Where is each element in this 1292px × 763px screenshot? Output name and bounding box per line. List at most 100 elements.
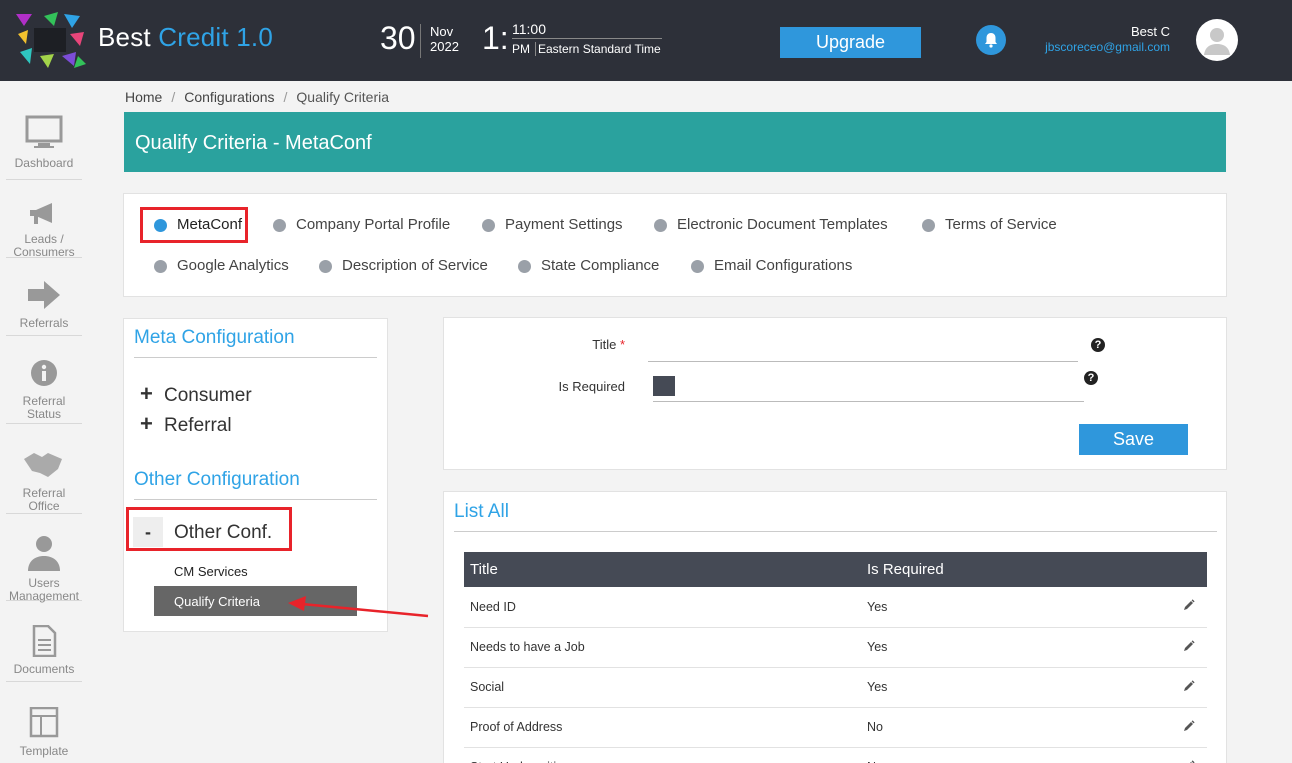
tab-indicator-dot xyxy=(273,219,286,232)
tab-indicator-dot xyxy=(154,260,167,273)
list-all-panel: List All Title Is Required Need ID Yes N… xyxy=(443,491,1227,763)
info-icon xyxy=(31,360,57,386)
row-is-required: Yes xyxy=(861,667,1167,708)
qualify-criteria-form: Title * ? Is Required ? Save xyxy=(443,317,1227,470)
top-header: Best Credit 1.0 30 Nov 2022 1: 11:00 PM E… xyxy=(0,0,1292,81)
sidebar-item-documents[interactable]: Documents xyxy=(6,625,82,682)
help-icon[interactable]: ? xyxy=(1084,371,1098,385)
tab-terms-of-service[interactable]: Terms of Service xyxy=(922,216,1057,233)
checkbox-underline xyxy=(653,401,1084,402)
tab-email-configurations[interactable]: Email Configurations xyxy=(691,257,852,274)
tab-indicator-dot xyxy=(319,260,332,273)
time-zone: Eastern Standard Time xyxy=(538,42,661,56)
date-day: 30 xyxy=(380,20,416,56)
breadcrumb: Home / Configurations / Qualify Criteria xyxy=(125,89,390,105)
megaphone-icon xyxy=(30,203,52,224)
tab-description-of-service[interactable]: Description of Service xyxy=(319,257,488,274)
tab-electronic-document-templates[interactable]: Electronic Document Templates xyxy=(654,216,888,233)
tab-company-portal-profile[interactable]: Company Portal Profile xyxy=(273,216,450,233)
breadcrumb-home-link[interactable]: Home xyxy=(125,89,162,105)
divider xyxy=(134,357,377,358)
monitor-icon xyxy=(25,115,63,148)
sidebar-item-dashboard[interactable]: Dashboard xyxy=(6,115,82,180)
sidebar-item-users-management[interactable]: Users Management xyxy=(6,533,82,603)
breadcrumb-current: Qualify Criteria xyxy=(296,89,390,105)
tab-indicator-dot xyxy=(691,260,704,273)
row-is-required: Yes xyxy=(861,587,1167,628)
other-configuration-heading: Other Configuration xyxy=(134,469,300,490)
edit-pencil-icon[interactable] xyxy=(1167,667,1207,708)
document-icon xyxy=(32,625,57,657)
left-sidebar: Dashboard Leads / Consumers Referrals Re… xyxy=(0,81,88,763)
row-title: Social xyxy=(464,667,861,708)
tab-google-analytics[interactable]: Google Analytics xyxy=(154,257,289,274)
title-label: Title * xyxy=(592,337,625,352)
title-input[interactable] xyxy=(648,340,1078,362)
tab-indicator-dot xyxy=(482,219,495,232)
divider xyxy=(134,499,377,500)
handshake-icon xyxy=(24,453,62,477)
app-title: Best Credit 1.0 xyxy=(98,22,273,52)
row-is-required: Yes xyxy=(861,627,1167,668)
save-button[interactable]: Save xyxy=(1079,424,1188,455)
row-is-required: No xyxy=(861,747,1167,763)
is-required-checkbox[interactable] xyxy=(653,376,675,396)
page-title-banner: Qualify Criteria - MetaConf xyxy=(124,112,1226,172)
date-month-year: Nov 2022 xyxy=(430,24,459,54)
sidebar-item-template[interactable]: Template xyxy=(6,707,82,763)
tab-state-compliance[interactable]: State Compliance xyxy=(518,257,659,274)
edit-pencil-icon[interactable] xyxy=(1167,747,1207,763)
plus-icon: + xyxy=(140,411,153,436)
sub-link-cm-services[interactable]: CM Services xyxy=(154,556,357,586)
table-row: Need ID Yes xyxy=(464,587,1207,628)
page-title: Qualify Criteria - MetaConf xyxy=(135,132,372,154)
sidebar-item-leads[interactable]: Leads / Consumers xyxy=(6,201,82,259)
table-row: Needs to have a Job Yes xyxy=(464,627,1207,668)
tree-item-consumer[interactable]: + Consumer xyxy=(140,381,252,407)
tab-indicator-dot xyxy=(654,219,667,232)
table-row: Proof of Address No xyxy=(464,707,1207,748)
row-is-required: No xyxy=(861,707,1167,748)
time-hour: 1: xyxy=(482,20,509,56)
highlight-box-metaconf xyxy=(140,207,248,243)
user-email-link[interactable]: jbscoreceo@gmail.com xyxy=(1020,40,1170,54)
table-header-row: Title Is Required xyxy=(464,552,1207,587)
column-header-actions xyxy=(1167,552,1207,587)
table-row: Social Yes xyxy=(464,667,1207,708)
list-all-heading: List All xyxy=(454,501,509,522)
sidebar-item-referral-status[interactable]: Referral Status xyxy=(6,357,82,424)
notification-bell-icon[interactable] xyxy=(976,25,1006,55)
arrow-right-icon xyxy=(28,281,60,309)
tree-item-referral[interactable]: + Referral xyxy=(140,411,232,437)
row-title: Need ID xyxy=(464,587,861,628)
edit-pencil-icon[interactable] xyxy=(1167,627,1207,668)
row-title: Start Underwriting xyxy=(464,747,861,763)
highlight-box-other-conf xyxy=(126,507,292,551)
sidebar-item-referrals[interactable]: Referrals xyxy=(6,279,82,336)
divider xyxy=(454,531,1217,532)
row-title: Needs to have a Job xyxy=(464,627,861,668)
avatar[interactable] xyxy=(1196,19,1238,61)
row-title: Proof of Address xyxy=(464,707,861,748)
date-divider xyxy=(420,24,421,58)
sidebar-item-referral-office[interactable]: Referral Office xyxy=(6,449,82,514)
is-required-label: Is Required xyxy=(558,379,625,394)
criteria-table: Title Is Required Need ID Yes Needs to h… xyxy=(464,552,1207,763)
annotation-arrow-icon xyxy=(288,596,429,618)
table-row: Start Underwriting No xyxy=(464,747,1207,763)
user-name: Best C xyxy=(1130,24,1170,39)
plus-icon: + xyxy=(140,381,153,406)
edit-pencil-icon[interactable] xyxy=(1167,707,1207,748)
upgrade-button[interactable]: Upgrade xyxy=(780,27,921,58)
edit-pencil-icon[interactable] xyxy=(1167,587,1207,628)
help-icon[interactable]: ? xyxy=(1091,338,1105,352)
tab-indicator-dot xyxy=(518,260,531,273)
time-ampm: PM xyxy=(512,42,536,56)
column-header-title: Title xyxy=(464,552,861,587)
configuration-tabs: MetaConf Company Portal Profile Payment … xyxy=(123,193,1227,297)
configuration-tree-panel: Meta Configuration + Consumer + Referral O… xyxy=(123,318,388,632)
best-credit-logo[interactable] xyxy=(14,12,86,68)
user-icon xyxy=(28,536,60,571)
tab-payment-settings[interactable]: Payment Settings xyxy=(482,216,623,233)
breadcrumb-configurations-link[interactable]: Configurations xyxy=(184,89,274,105)
